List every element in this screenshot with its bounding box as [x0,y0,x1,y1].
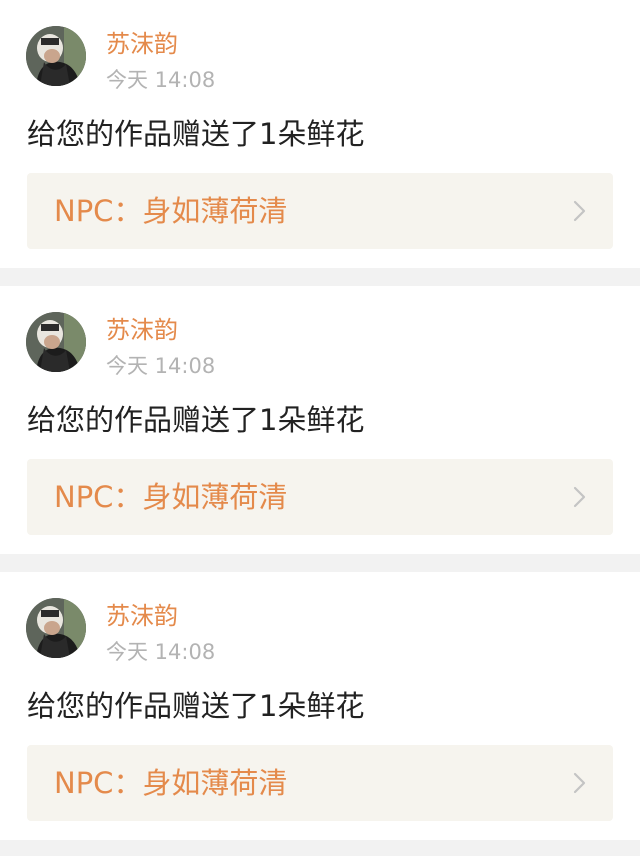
username[interactable]: 苏沫韵 [106,28,178,60]
timestamp: 今天 14:08 [106,68,216,92]
work-link[interactable]: NPC：身如薄荷清 [27,173,613,249]
notification-card: 苏沫韵 今天 14:08 给您的作品赠送了1朵鲜花 NPC：身如薄荷清 [0,0,640,268]
timestamp: 今天 14:08 [106,640,216,664]
chevron-right-icon [573,486,586,508]
notification-card: 苏沫韵 今天 14:08 给您的作品赠送了1朵鲜花 NPC：身如薄荷清 [0,572,640,840]
avatar[interactable] [26,26,86,86]
username[interactable]: 苏沫韵 [106,314,178,346]
work-title: NPC：身如薄荷清 [54,480,288,514]
work-title: NPC：身如薄荷清 [54,194,288,228]
chevron-right-icon [573,772,586,794]
avatar[interactable] [26,312,86,372]
work-link[interactable]: NPC：身如薄荷清 [27,459,613,535]
avatar-photo [26,312,86,372]
avatar-photo [26,26,86,86]
timestamp: 今天 14:08 [106,354,216,378]
notification-message: 给您的作品赠送了1朵鲜花 [27,403,365,437]
username[interactable]: 苏沫韵 [106,600,178,632]
notification-card: 苏沫韵 今天 14:08 给您的作品赠送了1朵鲜花 NPC：身如薄荷清 [0,286,640,554]
chevron-right-icon [573,200,586,222]
avatar[interactable] [26,598,86,658]
notification-message: 给您的作品赠送了1朵鲜花 [27,689,365,723]
notification-message: 给您的作品赠送了1朵鲜花 [27,117,365,151]
work-title: NPC：身如薄荷清 [54,766,288,800]
notification-feed: 苏沫韵 今天 14:08 给您的作品赠送了1朵鲜花 NPC：身如薄荷清 苏沫韵 … [0,0,640,856]
work-link[interactable]: NPC：身如薄荷清 [27,745,613,821]
avatar-photo [26,598,86,658]
